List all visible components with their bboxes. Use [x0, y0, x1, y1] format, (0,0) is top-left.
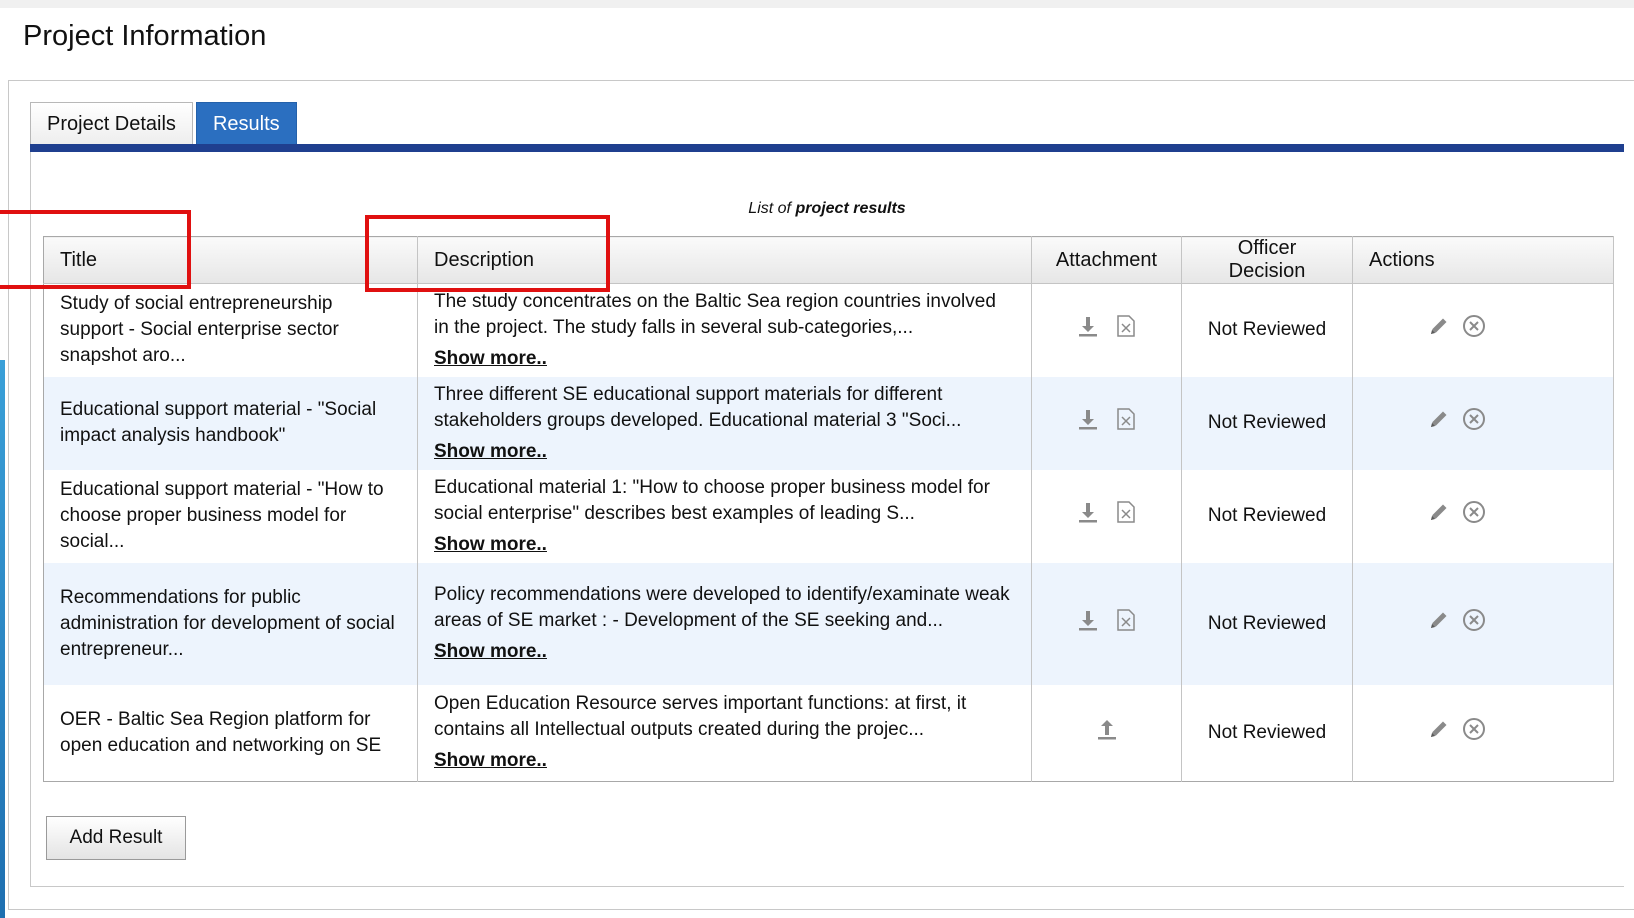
row-description: Policy recommendations were developed to…	[417, 562, 1032, 685]
remove-circle-icon[interactable]	[1462, 717, 1486, 749]
row-actions	[1352, 684, 1614, 782]
table-caption: List of project results	[0, 200, 1634, 218]
edit-pencil-icon[interactable]	[1428, 718, 1450, 748]
column-header-officer-decision: Officer Decision	[1181, 236, 1353, 284]
column-header-actions: Actions	[1352, 236, 1614, 284]
row-officer-decision: Not Reviewed	[1181, 469, 1353, 563]
download-icon[interactable]	[1077, 501, 1099, 531]
row-description: Three different SE educational support m…	[417, 376, 1032, 470]
delete-file-icon[interactable]	[1116, 608, 1136, 639]
delete-file-icon[interactable]	[1116, 408, 1136, 438]
window-top-edge	[0, 0, 1634, 8]
row-officer-decision: Not Reviewed	[1181, 562, 1353, 685]
tab-results[interactable]: Results	[195, 102, 297, 144]
download-icon[interactable]	[1077, 609, 1099, 639]
row-title: Recommendations for public administratio…	[43, 562, 418, 685]
delete-file-icon[interactable]	[1116, 315, 1136, 345]
highlight-box-title	[0, 210, 191, 289]
caption-emphasis: project results	[795, 200, 906, 217]
download-icon[interactable]	[1077, 408, 1099, 438]
row-officer-decision: Not Reviewed	[1181, 684, 1353, 782]
description-text: The study concentrates on the Baltic Sea…	[434, 290, 996, 338]
upload-icon[interactable]	[1096, 718, 1118, 748]
show-more-link[interactable]: Show more..	[434, 346, 547, 372]
edit-pencil-icon[interactable]	[1428, 408, 1450, 438]
table-row: Study of social entrepreneurship support…	[43, 283, 1614, 377]
window-left-edge	[0, 360, 5, 918]
add-result-button[interactable]: Add Result	[46, 816, 186, 860]
description-text: Three different SE educational support m…	[434, 383, 962, 431]
column-header-attachment: Attachment	[1031, 236, 1182, 284]
edit-pencil-icon[interactable]	[1428, 609, 1450, 639]
remove-circle-icon[interactable]	[1462, 314, 1486, 346]
row-title: OER - Baltic Sea Region platform for ope…	[43, 684, 418, 782]
results-table: Title Description Attachment Officer Dec…	[43, 236, 1614, 782]
show-more-link[interactable]: Show more..	[434, 532, 547, 558]
download-icon[interactable]	[1077, 315, 1099, 345]
caption-prefix: List of	[748, 200, 791, 217]
row-officer-decision: Not Reviewed	[1181, 283, 1353, 377]
delete-file-icon[interactable]	[1116, 501, 1136, 531]
description-text: Policy recommendations were developed to…	[434, 584, 1010, 631]
tab-strip: Project Details Results	[30, 102, 297, 144]
description-text: Open Education Resource serves important…	[434, 693, 967, 741]
show-more-link[interactable]: Show more..	[434, 639, 547, 665]
tab-underline-bar	[30, 144, 1624, 152]
tab-project-details[interactable]: Project Details	[30, 102, 193, 144]
row-title: Educational support material - "Social i…	[43, 376, 418, 470]
row-actions	[1352, 283, 1614, 377]
table-row: Recommendations for public administratio…	[43, 562, 1614, 685]
table-row: Educational support material - "Social i…	[43, 376, 1614, 470]
row-attachment	[1031, 562, 1182, 685]
row-description: Educational material 1: "How to choose p…	[417, 469, 1032, 563]
edit-pencil-icon[interactable]	[1428, 315, 1450, 345]
row-officer-decision: Not Reviewed	[1181, 376, 1353, 470]
row-attachment	[1031, 376, 1182, 470]
highlight-box-description	[365, 215, 610, 292]
edit-pencil-icon[interactable]	[1428, 501, 1450, 531]
table-header-row: Title Description Attachment Officer Dec…	[43, 236, 1614, 284]
row-attachment	[1031, 283, 1182, 377]
row-actions	[1352, 376, 1614, 470]
page-title: Project Information	[23, 20, 267, 52]
table-row: Educational support material - "How to c…	[43, 469, 1614, 563]
remove-circle-icon[interactable]	[1462, 407, 1486, 439]
remove-circle-icon[interactable]	[1462, 608, 1486, 640]
row-title: Educational support material - "How to c…	[43, 469, 418, 563]
row-actions	[1352, 469, 1614, 563]
row-attachment	[1031, 469, 1182, 563]
row-description: Open Education Resource serves important…	[417, 684, 1032, 782]
row-attachment	[1031, 684, 1182, 782]
description-text: Educational material 1: "How to choose p…	[434, 476, 990, 524]
table-row: OER - Baltic Sea Region platform for ope…	[43, 684, 1614, 782]
row-description: The study concentrates on the Baltic Sea…	[417, 283, 1032, 377]
show-more-link[interactable]: Show more..	[434, 439, 547, 465]
row-actions	[1352, 562, 1614, 685]
remove-circle-icon[interactable]	[1462, 500, 1486, 532]
show-more-link[interactable]: Show more..	[434, 748, 547, 774]
row-title: Study of social entrepreneurship support…	[43, 283, 418, 377]
